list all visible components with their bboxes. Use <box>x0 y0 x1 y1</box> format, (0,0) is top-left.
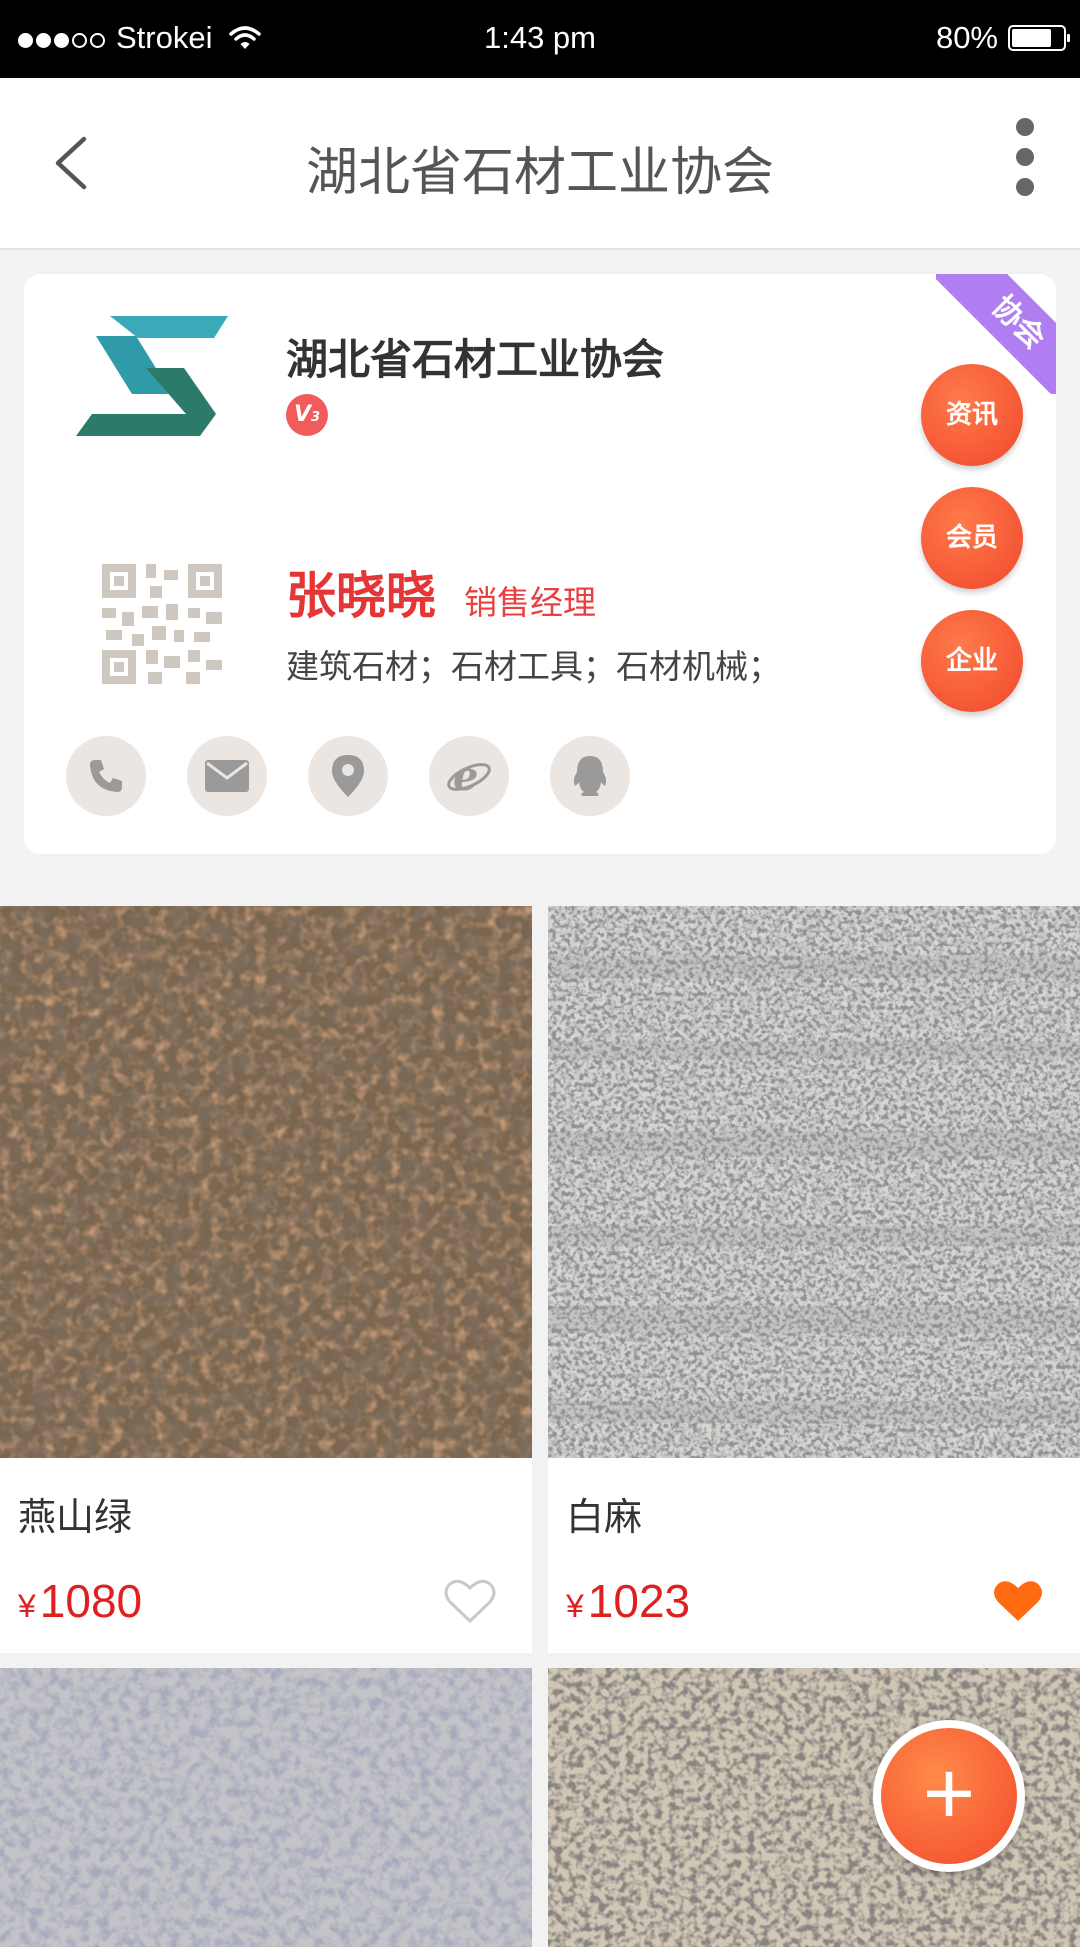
currency-symbol: ¥ <box>18 1588 36 1624</box>
heart-filled-icon[interactable] <box>992 1578 1044 1624</box>
news-button[interactable]: 资讯 <box>921 364 1023 466</box>
profile-card: 湖北省石材工业协会 V3 协会 张晓晓 销售经理 建筑石材；石材工具；石材机械；… <box>24 274 1056 854</box>
qr-code-icon[interactable] <box>102 564 222 684</box>
product-price: ¥1080 <box>18 1574 142 1628</box>
currency-symbol: ¥ <box>566 1588 584 1624</box>
status-time: 1:43 pm <box>483 20 596 55</box>
mail-icon[interactable] <box>187 736 267 816</box>
product-name: 燕山绿 <box>18 1495 133 1539</box>
product-card[interactable]: 白麻 ¥1023 <box>548 906 1080 1653</box>
members-button[interactable]: 会员 <box>921 487 1023 589</box>
vip-level-badge: V3 <box>286 394 328 436</box>
status-right: 80% <box>935 20 1070 56</box>
phone-icon[interactable] <box>66 736 146 816</box>
heart-outline-icon[interactable] <box>444 1578 496 1624</box>
company-button[interactable]: 企业 <box>921 610 1023 712</box>
product-image[interactable] <box>548 906 1080 1458</box>
product-card[interactable]: 燕山绿 ¥1080 <box>0 906 532 1653</box>
more-vertical-icon[interactable] <box>1010 118 1040 208</box>
product-image[interactable] <box>0 1668 532 1947</box>
status-bar: Strokei 1:43 pm 80% <box>0 0 1080 78</box>
browser-icon[interactable]: e <box>429 736 509 816</box>
contact-actions: e <box>66 736 671 816</box>
battery-icon <box>1008 25 1070 51</box>
price-value: 1080 <box>39 1575 143 1627</box>
nav-bar: 湖北省石材工业协会 <box>0 78 1080 250</box>
business-tags: 建筑石材；石材工具；石材机械； <box>286 647 781 686</box>
plus-icon: + <box>881 1728 1017 1864</box>
qq-icon[interactable] <box>550 736 630 816</box>
add-button[interactable]: + <box>873 1720 1025 1872</box>
svg-text:e: e <box>453 754 478 798</box>
product-image[interactable] <box>0 906 532 1458</box>
location-icon[interactable] <box>308 736 388 816</box>
contact-title: 销售经理 <box>464 583 596 622</box>
org-logo <box>76 316 228 436</box>
level-number: 3 <box>310 410 321 425</box>
product-card[interactable] <box>0 1668 532 1947</box>
product-price: ¥1023 <box>566 1574 690 1628</box>
price-value: 1023 <box>587 1575 691 1627</box>
org-name: 湖北省石材工业协会 <box>286 335 665 384</box>
contact-name: 张晓晓 <box>286 567 436 625</box>
product-name: 白麻 <box>566 1495 643 1539</box>
battery-fill <box>1012 29 1052 47</box>
battery-percent: 80% <box>935 20 998 55</box>
page-title: 湖北省石材工业协会 <box>305 143 774 203</box>
level-letter: V <box>293 402 311 427</box>
